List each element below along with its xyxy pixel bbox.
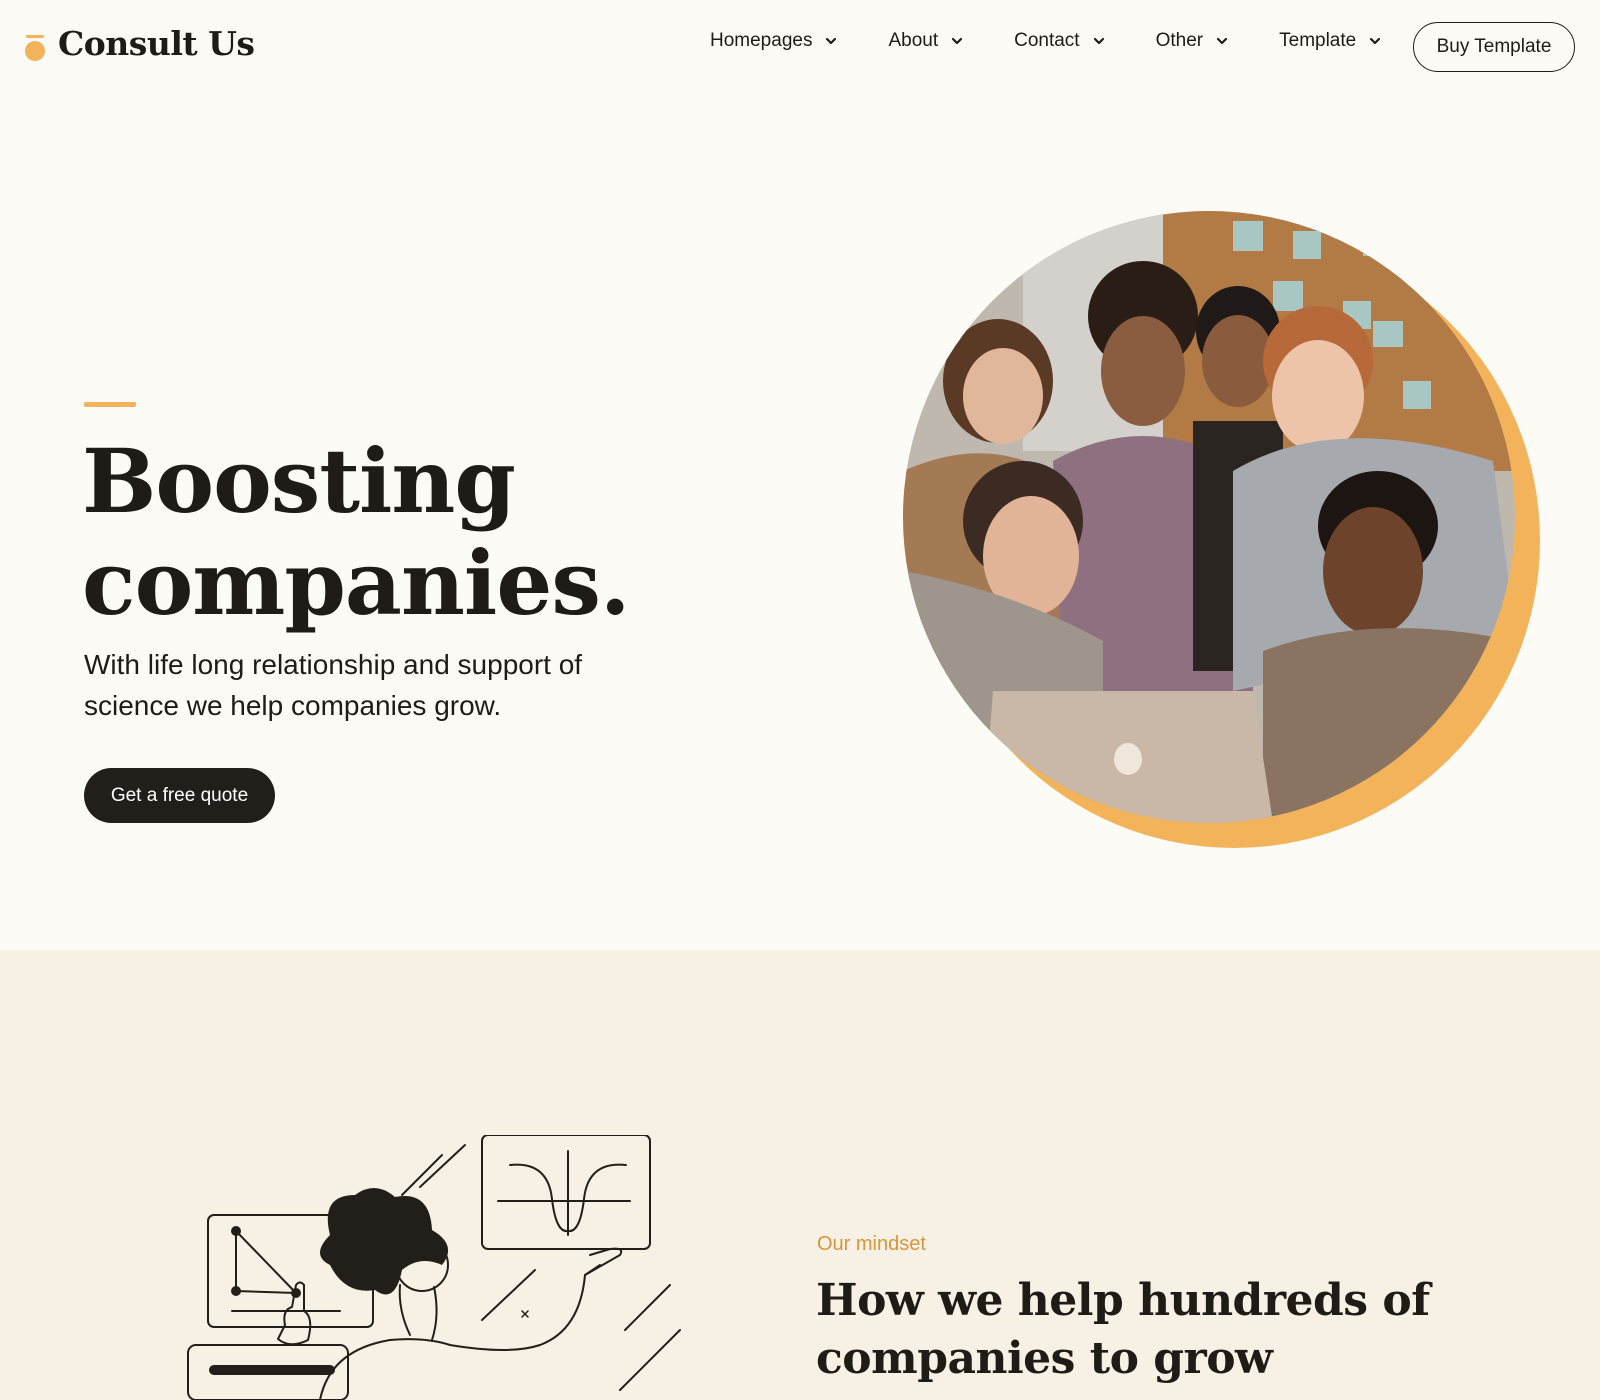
nav-item-homepages[interactable]: Homepages — [710, 30, 838, 52]
chevron-down-icon — [1217, 37, 1228, 45]
chevron-down-icon — [826, 37, 837, 45]
site-header: Consult Us Homepages About Contact Other… — [0, 0, 1600, 94]
brand-name: Consult Us — [58, 24, 255, 63]
hero-title-line1: Boosting — [82, 429, 516, 533]
nav-label: About — [888, 30, 939, 51]
hero-title-line2: companies. — [82, 531, 631, 635]
person-presenting-charts-illustration — [187, 1135, 681, 1400]
logo-icon — [24, 29, 46, 61]
chevron-down-icon — [952, 37, 963, 45]
hero-title: Boosting companies. — [82, 430, 802, 634]
main-nav: Homepages About Contact Other Template — [710, 30, 1432, 52]
team-photo — [903, 211, 1515, 823]
nav-label: Homepages — [710, 30, 813, 51]
brand-logo[interactable]: Consult Us — [24, 24, 255, 63]
nav-item-other[interactable]: Other — [1156, 30, 1230, 52]
mindset-eyebrow: Our mindset — [817, 1233, 926, 1255]
chevron-down-icon — [1370, 37, 1381, 45]
hero-accent-line — [84, 402, 136, 407]
nav-item-template[interactable]: Template — [1279, 30, 1382, 52]
mindset-section: Our mindset How we help hundreds of comp… — [0, 950, 1600, 1400]
nav-item-contact[interactable]: Contact — [1014, 30, 1105, 52]
hero-subtitle: With life long relationship and support … — [84, 649, 583, 721]
nav-item-about[interactable]: About — [888, 30, 964, 52]
chevron-down-icon — [1093, 37, 1104, 45]
buy-template-button[interactable]: Buy Template — [1413, 22, 1575, 72]
nav-label: Template — [1279, 30, 1357, 51]
mindset-title: How we help hundreds of companies to gro… — [816, 1275, 1430, 1384]
nav-label: Other — [1155, 30, 1204, 51]
nav-label: Contact — [1014, 30, 1080, 51]
get-quote-button[interactable]: Get a free quote — [84, 768, 275, 823]
